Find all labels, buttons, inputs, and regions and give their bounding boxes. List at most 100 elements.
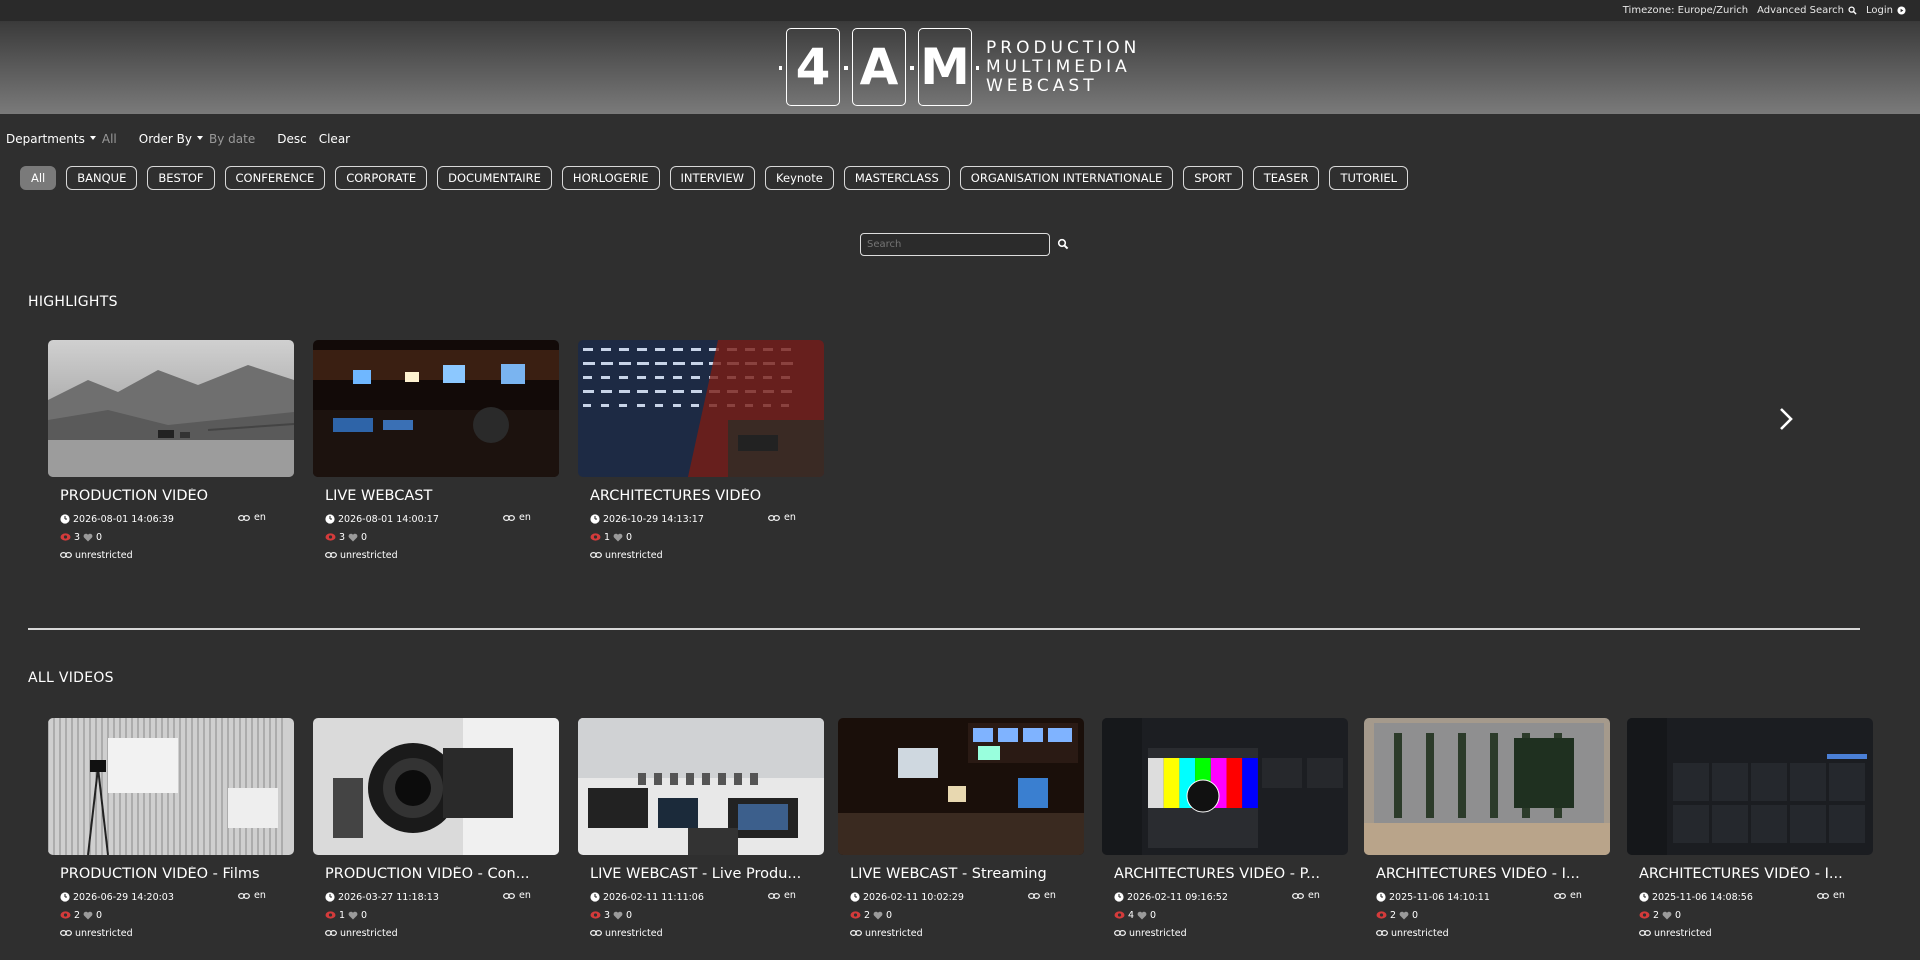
category-button[interactable]: ORGANISATION INTERNATIONALE — [959, 166, 1174, 190]
video-title[interactable]: PRODUCTION VIDÉO - Films — [60, 866, 300, 882]
eye-icon — [60, 911, 71, 919]
video-stats-row: 30 — [325, 530, 559, 544]
video-language-label: en — [519, 890, 531, 901]
clock-icon — [590, 892, 600, 902]
video-title[interactable]: LIVE WEBCAST — [325, 488, 565, 504]
heart-icon[interactable] — [83, 533, 93, 542]
eye-icon — [325, 911, 336, 919]
departments-dropdown[interactable]: Departments — [6, 132, 85, 146]
video-thumbnail[interactable] — [1364, 718, 1610, 855]
link-icon — [1028, 892, 1040, 899]
video-thumbnail[interactable] — [48, 718, 294, 855]
chevron-right-icon[interactable] — [1778, 406, 1794, 432]
video-thumbnail[interactable] — [578, 718, 824, 855]
video-card[interactable]: LIVE WEBCAST 2026-08-01 14:00:17 en 30 u… — [313, 340, 559, 562]
logo-letter: A — [845, 28, 913, 106]
eye-icon — [1114, 911, 1125, 919]
link-icon — [850, 930, 862, 936]
login-link[interactable]: Login — [1866, 5, 1906, 16]
video-card[interactable]: PRODUCTION VIDÉO 2026-08-01 14:06:39 en … — [48, 340, 294, 562]
category-button[interactable]: INTERVIEW — [669, 166, 756, 190]
category-button[interactable]: TEASER — [1252, 166, 1320, 190]
video-card[interactable]: ARCHITECTURES VIDÉO 2026-10-29 14:13:17 … — [578, 340, 824, 562]
video-stats-row: 10 — [325, 908, 559, 922]
video-language: en — [1554, 890, 1582, 901]
heart-icon[interactable] — [873, 911, 883, 920]
video-card[interactable]: ARCHITECTURES VIDÉO - P... 2026-02-11 09… — [1102, 718, 1348, 940]
video-card[interactable]: PRODUCTION VIDÉO - Con... 2026-03-27 11:… — [313, 718, 559, 940]
advanced-search-link[interactable]: Advanced Search — [1757, 5, 1857, 16]
eye-icon — [1376, 911, 1387, 919]
category-button[interactable]: TUTORIEL — [1329, 166, 1409, 190]
link-icon — [768, 514, 780, 521]
heart-icon[interactable] — [348, 533, 358, 542]
category-button[interactable]: BANQUE — [66, 166, 138, 190]
video-access-row: unrestricted — [1376, 926, 1610, 940]
video-title[interactable]: ARCHITECTURES VIDÉO - I... — [1639, 866, 1879, 882]
video-thumbnail[interactable] — [48, 340, 294, 477]
category-button[interactable]: BESTOF — [147, 166, 215, 190]
heart-icon[interactable] — [83, 911, 93, 920]
search-icon[interactable] — [1057, 238, 1069, 250]
like-count: 0 — [626, 909, 633, 921]
heart-icon[interactable] — [613, 911, 623, 920]
video-title[interactable]: ARCHITECTURES VIDÉO - P... — [1114, 866, 1354, 882]
site-header: 4 A M PRODUCTION MULTIMEDIA WEBCAST — [0, 22, 1920, 114]
video-thumbnail[interactable] — [838, 718, 1084, 855]
desc-toggle[interactable]: Desc — [277, 132, 306, 146]
heart-icon[interactable] — [613, 533, 623, 542]
view-count: 3 — [604, 909, 611, 921]
video-title[interactable]: ARCHITECTURES VIDÉO - I... — [1376, 866, 1616, 882]
heart-icon[interactable] — [1399, 911, 1409, 920]
like-count: 0 — [361, 909, 368, 921]
heart-icon[interactable] — [1137, 911, 1147, 920]
video-title[interactable]: LIVE WEBCAST - Live Produ... — [590, 866, 830, 882]
video-date-row: 2026-03-27 11:18:13 en — [325, 890, 559, 904]
category-button[interactable]: SPORT — [1183, 166, 1243, 190]
link-icon — [1554, 892, 1566, 899]
video-date: 2025-11-06 14:08:56 — [1652, 891, 1753, 903]
video-thumbnail[interactable] — [313, 340, 559, 477]
category-button[interactable]: HORLOGERIE — [561, 166, 660, 190]
view-count: 2 — [1653, 909, 1660, 921]
order-by-dropdown[interactable]: Order By — [139, 132, 192, 146]
video-title[interactable]: LIVE WEBCAST - Streaming — [850, 866, 1090, 882]
video-card[interactable]: PRODUCTION VIDÉO - Films 2026-06-29 14:2… — [48, 718, 294, 940]
video-card[interactable]: ARCHITECTURES VIDÉO - I... 2025-11-06 14… — [1627, 718, 1873, 940]
heart-icon[interactable] — [348, 911, 358, 920]
clear-button[interactable]: Clear — [319, 132, 350, 146]
video-stats-row: 10 — [590, 530, 824, 544]
logo-tagline: PRODUCTION MULTIMEDIA WEBCAST — [986, 38, 1140, 96]
category-button[interactable]: MASTERCLASS — [843, 166, 950, 190]
video-thumbnail[interactable] — [1102, 718, 1348, 855]
category-button[interactable]: All — [20, 166, 57, 190]
access-label: unrestricted — [340, 927, 398, 939]
video-card[interactable]: ARCHITECTURES VIDÉO - I... 2025-11-06 14… — [1364, 718, 1610, 940]
link-icon — [238, 892, 250, 899]
clock-icon — [325, 892, 335, 902]
timezone-link[interactable]: Timezone: Europe/Zurich — [1623, 5, 1748, 16]
like-count: 0 — [96, 531, 103, 543]
video-thumbnail[interactable] — [313, 718, 559, 855]
video-stats-row: 20 — [850, 908, 1084, 922]
heart-icon[interactable] — [1662, 911, 1672, 920]
video-title[interactable]: PRODUCTION VIDÉO — [60, 488, 300, 504]
category-button[interactable]: DOCUMENTAIRE — [437, 166, 552, 190]
link-icon — [325, 552, 337, 558]
video-thumbnail[interactable] — [578, 340, 824, 477]
video-language: en — [503, 512, 531, 523]
view-count: 4 — [1128, 909, 1135, 921]
site-logo[interactable]: 4 A M PRODUCTION MULTIMEDIA WEBCAST — [779, 28, 1140, 106]
filter-bar: Departments All Order By By date Desc Cl… — [6, 132, 362, 146]
category-button[interactable]: Keynote — [765, 166, 834, 190]
video-title[interactable]: ARCHITECTURES VIDÉO — [590, 488, 830, 504]
search-input[interactable] — [860, 233, 1050, 256]
video-card[interactable]: LIVE WEBCAST - Streaming 2026-02-11 10:0… — [838, 718, 1084, 940]
category-button[interactable]: CORPORATE — [335, 166, 428, 190]
clock-icon — [850, 892, 860, 902]
video-card[interactable]: LIVE WEBCAST - Live Produ... 2026-02-11 … — [578, 718, 824, 940]
video-title[interactable]: PRODUCTION VIDÉO - Con... — [325, 866, 565, 882]
category-button[interactable]: CONFERENCE — [224, 166, 326, 190]
video-thumbnail[interactable] — [1627, 718, 1873, 855]
like-count: 0 — [96, 909, 103, 921]
